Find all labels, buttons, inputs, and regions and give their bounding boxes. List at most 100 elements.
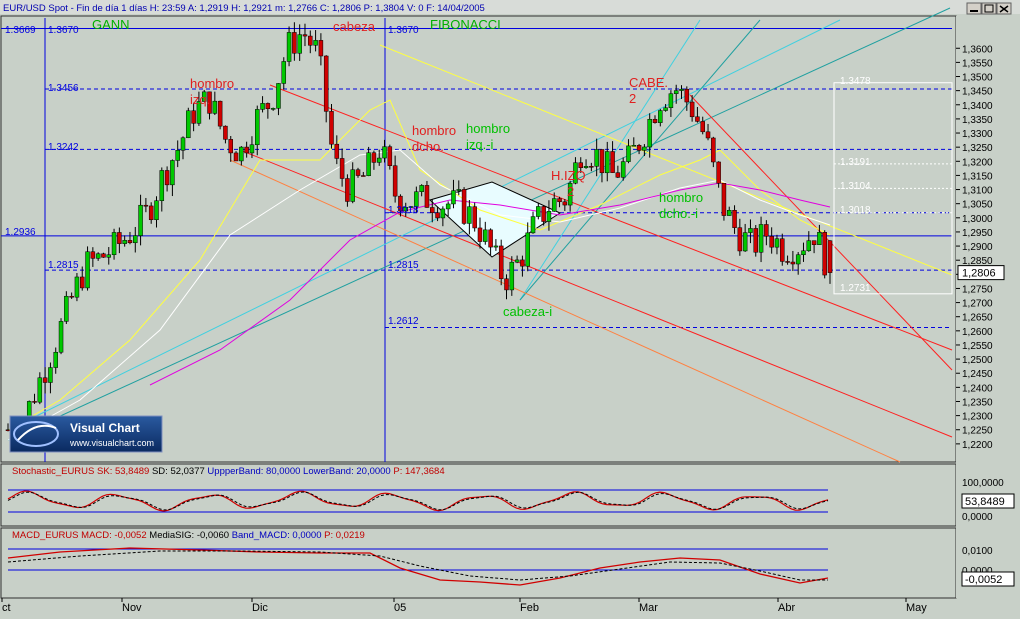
candle-body bbox=[154, 200, 159, 221]
y-tick-label: 1,2600 bbox=[962, 327, 993, 338]
y-tick-label: 1,3000 bbox=[962, 214, 993, 225]
hizq2-label: H.IZQ bbox=[551, 168, 586, 183]
candle-body bbox=[456, 189, 462, 191]
candle-body bbox=[493, 245, 499, 248]
candle-body bbox=[249, 144, 255, 154]
fibonacci-level-label: 1.3191 bbox=[840, 157, 871, 168]
hombro-dcho-label: dcho. bbox=[412, 139, 444, 154]
minimize-button[interactable] bbox=[966, 2, 982, 15]
candle-body bbox=[742, 232, 748, 252]
candle-body bbox=[255, 109, 260, 146]
candle-body bbox=[652, 118, 658, 123]
stochastic-header: Stochastic_EURUS SK: 53,8489 SD: 52,0377… bbox=[12, 466, 445, 477]
candle bbox=[286, 26, 292, 67]
level-label: 1.2936 bbox=[5, 227, 36, 238]
candle-body bbox=[127, 240, 133, 244]
label-part: P: bbox=[324, 530, 336, 541]
candle-body bbox=[689, 101, 695, 118]
y-tick-label: 1,2250 bbox=[962, 426, 993, 437]
candle-body bbox=[451, 190, 456, 205]
fibonacci-level-label: 1.3018 bbox=[840, 205, 871, 216]
label-part: LowerBand: bbox=[303, 466, 356, 477]
candle-body bbox=[769, 236, 774, 248]
candle-body bbox=[795, 254, 801, 265]
candle-body bbox=[302, 34, 308, 37]
candle-body bbox=[345, 178, 350, 202]
label-part: 20,0000 bbox=[356, 466, 393, 477]
candle-body bbox=[143, 204, 149, 207]
candle-body bbox=[387, 146, 393, 166]
logo-title: Visual Chart bbox=[70, 421, 140, 435]
cabe2-label: CABE. bbox=[629, 75, 668, 90]
candle-body bbox=[180, 137, 186, 151]
candle-body bbox=[806, 240, 812, 252]
candle-body bbox=[308, 35, 313, 46]
label-part: -0,0052 bbox=[114, 530, 149, 541]
candle-body bbox=[148, 205, 154, 221]
candle-body bbox=[684, 88, 690, 103]
hombro-dcho-i-label: dcho.-i bbox=[659, 206, 698, 221]
candle bbox=[461, 187, 467, 225]
candle-body bbox=[286, 32, 292, 62]
candle-body bbox=[106, 254, 112, 258]
candle-body bbox=[605, 151, 610, 174]
candle-body bbox=[101, 253, 106, 258]
label-part: 0,0000 bbox=[292, 530, 324, 541]
y-tick-label: 1,2900 bbox=[962, 242, 993, 253]
candle bbox=[509, 256, 515, 296]
visualchart-logo: Visual Chart www.visualchart.com bbox=[9, 415, 163, 453]
candle-body bbox=[74, 276, 80, 298]
candle-body bbox=[32, 401, 37, 403]
label-part: 0,0219 bbox=[336, 530, 365, 541]
level-label: 1.3670 bbox=[48, 25, 79, 36]
candle-body bbox=[392, 165, 398, 197]
candle-body bbox=[265, 103, 271, 109]
candle-body bbox=[244, 146, 249, 154]
candle-body bbox=[636, 145, 642, 151]
candle-body bbox=[64, 295, 69, 322]
candle-body bbox=[520, 259, 525, 267]
label-part: Stochastic_EURUS bbox=[12, 466, 97, 477]
candle bbox=[217, 100, 223, 130]
candle-body bbox=[339, 158, 345, 179]
candle-body bbox=[589, 166, 594, 168]
hombro-izq-label: izq. bbox=[190, 92, 210, 107]
y-tick-label: 1,2200 bbox=[962, 440, 993, 451]
label-part: 147,3684 bbox=[405, 466, 445, 477]
hizq2-label: 2 bbox=[567, 184, 574, 199]
candle-body bbox=[212, 100, 218, 114]
candle bbox=[498, 239, 504, 286]
x-tick-label: May bbox=[906, 602, 927, 614]
candle-body bbox=[175, 150, 180, 161]
y-tick-label: 1,3250 bbox=[962, 143, 993, 154]
candle-body bbox=[705, 131, 711, 139]
label-part: Band_MACD: bbox=[232, 530, 293, 541]
label-part: SD: bbox=[152, 466, 170, 477]
candle-body bbox=[297, 34, 302, 54]
candle-body bbox=[557, 198, 562, 203]
candle-body bbox=[525, 232, 530, 267]
candle bbox=[387, 144, 393, 170]
candle-body bbox=[679, 88, 684, 91]
candle-body bbox=[461, 189, 467, 224]
candle-body bbox=[366, 152, 371, 177]
candle-body bbox=[546, 211, 552, 222]
x-tick-label: Dic bbox=[252, 602, 268, 614]
candle-body bbox=[79, 276, 85, 289]
label-part: UppperBand: bbox=[207, 466, 266, 477]
candle-body bbox=[186, 110, 191, 139]
candle-body bbox=[673, 90, 679, 94]
candle-body bbox=[594, 149, 599, 167]
candle-body bbox=[647, 118, 652, 148]
candle-body bbox=[716, 161, 721, 184]
candle-body bbox=[467, 206, 472, 224]
candle-body bbox=[737, 227, 743, 252]
candle-body bbox=[430, 207, 435, 213]
candle-body bbox=[530, 216, 536, 234]
candle bbox=[85, 246, 90, 291]
candle-body bbox=[483, 229, 488, 242]
candle bbox=[74, 273, 80, 302]
level-label: 1.3456 bbox=[48, 83, 79, 94]
candle-body bbox=[620, 161, 626, 178]
candle-body bbox=[615, 172, 621, 178]
